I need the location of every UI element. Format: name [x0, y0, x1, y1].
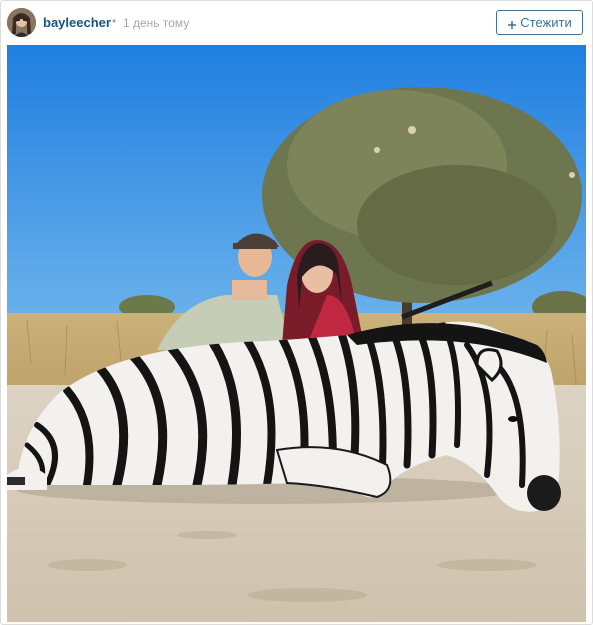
- post-card: bayleecher • 1 день тому Стежити: [0, 0, 593, 625]
- hunting-photo: [7, 45, 586, 622]
- post-photo[interactable]: [7, 45, 586, 622]
- avatar[interactable]: [7, 8, 36, 37]
- post-timestamp[interactable]: 1 день тому: [123, 16, 189, 30]
- username-link[interactable]: bayleecher: [43, 15, 111, 30]
- follow-button[interactable]: Стежити: [496, 10, 583, 35]
- separator-dot: •: [112, 14, 117, 28]
- post-header: bayleecher • 1 день тому Стежити: [1, 1, 592, 45]
- plus-icon: [507, 18, 517, 29]
- avatar-photo: [7, 8, 36, 37]
- follow-button-label: Стежити: [520, 15, 572, 30]
